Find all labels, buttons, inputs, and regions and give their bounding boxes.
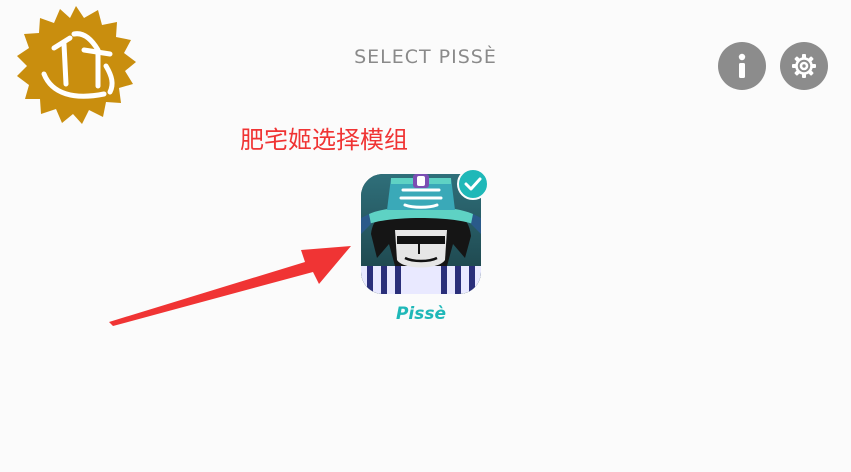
mod-label: Pissè [395,304,447,324]
checkmark-icon [464,177,482,191]
settings-button[interactable] [780,42,828,90]
selected-check-badge [457,168,489,200]
info-icon [738,53,746,78]
annotation-arrow [105,238,355,328]
select-mod-screen: SELECT PISSÈ 肥宅姬选择模组 Pissè [0,0,851,472]
info-button[interactable] [718,42,766,90]
arrow-icon [109,246,351,326]
gear-icon [792,54,816,78]
mod-card-pisse[interactable]: Pissè [361,168,489,334]
annotation-text: 肥宅姬选择模组 [240,126,408,154]
